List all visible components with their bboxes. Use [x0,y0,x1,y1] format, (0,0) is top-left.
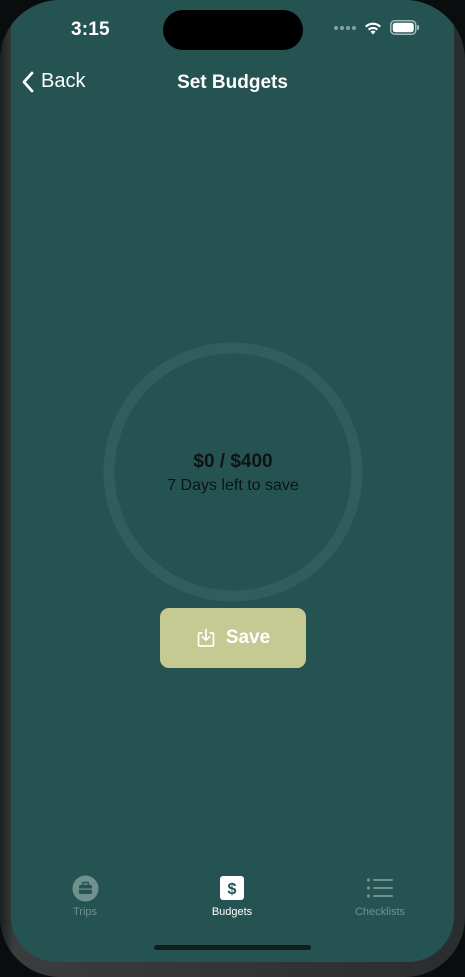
save-button[interactable]: Save [160,608,306,668]
status-time: 3:15 [71,19,110,40]
status-indicators [334,20,420,35]
page-title: Set Budgets [177,72,288,93]
tab-budgets-label: Budgets [211,906,253,918]
battery-icon [390,20,419,35]
list-icon [366,878,393,898]
navigation-bar: Back Set Budgets [11,62,454,102]
phone-frame: 3:15 Back Set Budgets $0 / $400 7 Days l… [0,0,465,977]
tab-trips[interactable]: Trips [25,874,145,918]
tab-bar: Trips $ Budgets Checklists [11,862,454,932]
save-label: Save [225,627,271,648]
wifi-icon [365,22,381,34]
days-left-text: 7 Days left to save [167,477,299,494]
tab-checklists[interactable]: Checklists [320,874,440,918]
budget-summary: $0 / $400 7 Days left to save [103,448,363,496]
briefcase-icon [72,875,98,901]
tab-trips-label: Trips [72,906,98,918]
dollar-sign-icon: $ [220,876,244,900]
tab-checklists-label: Checklists [354,906,406,918]
budget-amount: $0 / $400 [193,451,273,472]
cellular-signal-icon [334,25,356,30]
app-screen: 3:15 Back Set Budgets $0 / $400 7 Days l… [11,0,454,962]
tab-budgets[interactable]: $ Budgets [172,874,292,918]
home-indicator [154,945,311,950]
dynamic-island [163,10,303,50]
svg-text:$: $ [228,881,237,898]
download-tray-icon [197,628,215,647]
